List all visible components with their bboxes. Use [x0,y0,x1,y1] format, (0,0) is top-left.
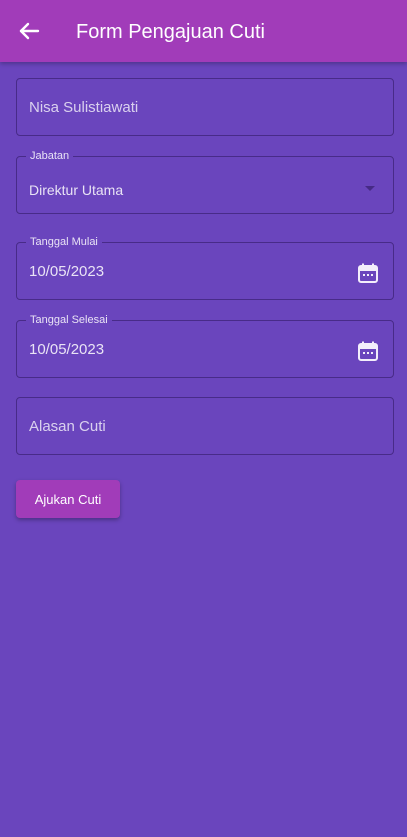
jabatan-value: Direktur Utama [29,182,124,198]
app-bar: Form Pengajuan Cuti [0,0,407,62]
calendar-icon[interactable] [357,340,379,362]
chevron-down-icon [365,186,375,191]
tanggal-mulai-value: 10/05/2023 [29,263,105,280]
calendar-icon[interactable] [357,262,379,284]
tanggal-selesai-value: 10/05/2023 [29,341,105,358]
ajukan-cuti-button[interactable]: Ajukan Cuti [16,480,120,518]
alasan-cuti-placeholder: Alasan Cuti [29,418,106,435]
arrow-left-icon[interactable] [18,20,40,42]
name-field[interactable]: Nisa Sulistiawati [16,78,394,136]
alasan-cuti-field[interactable]: Alasan Cuti [16,397,394,455]
name-value: Nisa Sulistiawati [29,99,139,116]
app-screen: Form Pengajuan Cuti Nisa Sulistiawati Ja… [0,0,407,837]
tanggal-mulai-label: Tanggal Mulai [26,235,102,249]
jabatan-label: Jabatan [26,149,74,163]
page-title: Form Pengajuan Cuti [76,21,265,43]
jabatan-dropdown[interactable]: Jabatan Direktur Utama [16,149,394,214]
tanggal-selesai-field[interactable]: Tanggal Selesai 10/05/2023 [16,313,394,378]
tanggal-selesai-label: Tanggal Selesai [26,313,112,327]
tanggal-mulai-field[interactable]: Tanggal Mulai 10/05/2023 [16,235,394,300]
